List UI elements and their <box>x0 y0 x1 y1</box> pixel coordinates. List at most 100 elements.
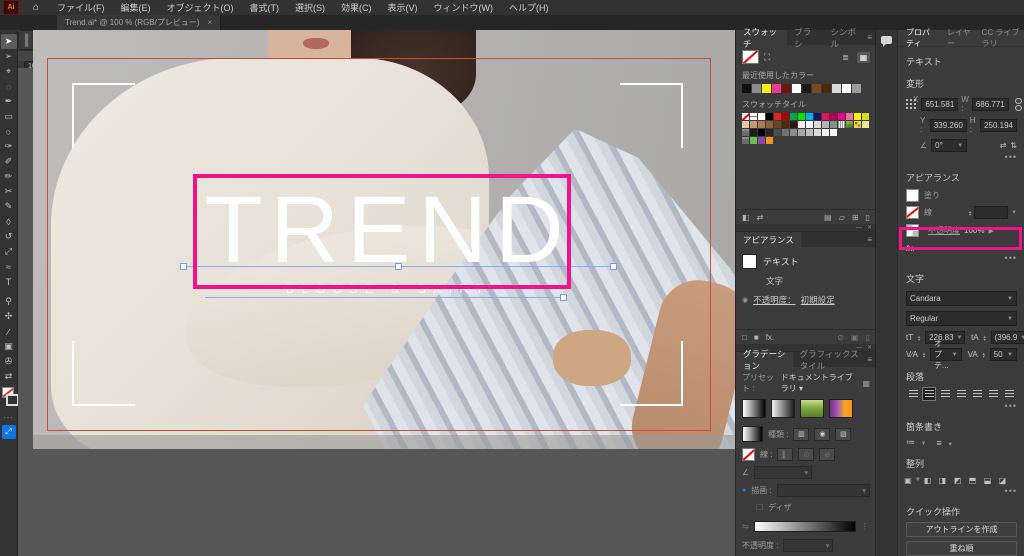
add-stroke-icon[interactable]: □ <box>742 333 747 342</box>
visibility-eye-icon[interactable]: ◉ <box>742 296 748 304</box>
tracking-select[interactable]: 50 ▼ <box>989 348 1017 361</box>
menu-item[interactable]: ヘルプ(H) <box>509 1 549 14</box>
kerning-select[interactable]: オプテ... ▼ <box>929 339 962 370</box>
gradient-tab[interactable]: グラデーション <box>736 349 793 371</box>
draw-mode-select[interactable]: ▾ <box>776 484 870 497</box>
selection-handle[interactable] <box>610 263 617 270</box>
menu-item[interactable]: オブジェクト(O) <box>167 1 234 14</box>
opacity-value[interactable]: 100% <box>964 226 984 235</box>
eyedropper-tool[interactable]: ✇ <box>1 354 17 369</box>
magic-wand-tool[interactable]: ⌖ <box>1 64 17 79</box>
swatch[interactable] <box>832 84 841 93</box>
gradient-preset-purple-orange[interactable] <box>829 399 853 418</box>
swatch[interactable] <box>862 121 869 128</box>
swatch[interactable] <box>814 121 821 128</box>
home-icon[interactable]: ⌂ <box>33 2 39 13</box>
swatch[interactable] <box>862 113 869 120</box>
stroke-across-button[interactable]: ⊘ <box>819 448 836 461</box>
opacity-link[interactable]: 不透明度： <box>753 294 796 306</box>
stroke-swatch[interactable] <box>5 394 19 406</box>
swatch[interactable] <box>814 129 821 136</box>
pen-tool[interactable]: ✒ <box>1 94 17 109</box>
comment-bubble-icon[interactable] <box>881 36 892 47</box>
appearance-tab[interactable]: アピアランス <box>736 232 801 247</box>
gradient-stroke-swatch[interactable] <box>742 448 755 461</box>
curvature-tool[interactable]: ✑ <box>1 139 17 154</box>
menu-item[interactable]: ウィンドウ(W) <box>434 1 494 14</box>
freeform-gradient-button[interactable]: ▨ <box>835 427 852 441</box>
radial-gradient-button[interactable]: ◉ <box>814 427 831 441</box>
tracking-stepper[interactable]: ▲ ▼ <box>982 351 986 358</box>
menu-item[interactable]: 書式(T) <box>250 1 280 14</box>
paragraph-align-button[interactable] <box>971 387 985 401</box>
transform-more-icon[interactable]: ••• <box>906 152 1017 162</box>
leading-stepper[interactable]: ▲ ▼ <box>983 334 987 341</box>
align-button[interactable]: ◨ <box>936 474 949 486</box>
type-tool[interactable]: T <box>1 274 17 289</box>
tab-close-icon[interactable]: × <box>208 18 213 27</box>
rectangle-tool[interactable]: ▭ <box>1 109 17 124</box>
swatch[interactable] <box>750 137 757 144</box>
swatch[interactable] <box>774 121 781 128</box>
paragraph-align-button[interactable] <box>906 387 920 401</box>
canvas-area[interactable]: TREND BLOUSE & SKIRT ▍ Candara▼ Regular▼… <box>18 30 735 556</box>
eraser-tool[interactable]: ◊ <box>1 214 17 229</box>
swatch[interactable] <box>758 121 765 128</box>
opacity-value-link[interactable]: 初期設定 <box>801 294 835 306</box>
align-more-icon[interactable]: ••• <box>906 486 1017 496</box>
appearance-more-icon[interactable]: ••• <box>906 253 1017 263</box>
artboard-tool[interactable]: ▣ <box>1 339 17 354</box>
swatch[interactable] <box>792 84 801 93</box>
opacity-link[interactable]: 不透明度 <box>928 225 960 236</box>
font-family-select[interactable]: Candara▼ <box>906 291 1017 306</box>
flip-vertical-icon[interactable]: ⇅ <box>1010 141 1017 150</box>
appearance-characters-row[interactable]: 文字 <box>766 275 870 287</box>
stroke-along-button[interactable]: ⊙ <box>798 448 815 461</box>
swatch[interactable] <box>750 129 757 136</box>
swatch[interactable] <box>762 84 771 93</box>
align-button[interactable]: ◩ <box>951 474 964 486</box>
paragraph-align-button[interactable] <box>987 387 1001 401</box>
swatch[interactable] <box>766 129 773 136</box>
kerning-stepper[interactable]: ▲ ▼ <box>922 351 926 358</box>
swatch[interactable] <box>782 113 789 120</box>
preset-menu-icon[interactable]: ▦ <box>862 379 870 388</box>
stroke-weight-stepper[interactable]: ▲ ▼ <box>968 209 972 216</box>
swatch-themes-icon[interactable]: ⇄ <box>757 213 764 222</box>
selection-handle[interactable] <box>180 263 187 270</box>
swatch[interactable] <box>830 121 837 128</box>
paragraph-align-button[interactable] <box>954 387 968 401</box>
ramp-opacity-select[interactable]: ▾ <box>783 539 834 552</box>
paragraph-align-button[interactable] <box>938 387 952 401</box>
swatch[interactable] <box>822 129 829 136</box>
angle-select[interactable]: ▾ <box>754 466 813 479</box>
rotation-select[interactable]: 0° ▼ <box>931 139 968 152</box>
swatches-tab[interactable]: スウォッチ <box>736 27 788 49</box>
swatch[interactable] <box>846 121 853 128</box>
swatch[interactable] <box>758 129 765 136</box>
opacity-expand-icon[interactable]: ▶ <box>988 227 993 235</box>
zoom-tool[interactable]: ⚲ <box>1 294 17 309</box>
add-fill-icon[interactable]: ■ <box>754 333 759 342</box>
swatch[interactable] <box>798 129 805 136</box>
grid-view-icon[interactable]: ▦ <box>857 51 870 63</box>
swatch[interactable] <box>774 129 781 136</box>
swatch[interactable] <box>806 129 813 136</box>
swatch[interactable] <box>766 113 773 120</box>
font-style-select[interactable]: Regular▼ <box>906 311 1017 326</box>
effects-button[interactable]: fx. <box>906 243 1017 253</box>
selection-tool[interactable]: ➤ <box>0 34 17 49</box>
swatch[interactable] <box>852 84 861 93</box>
paragraph-align-button[interactable] <box>922 387 937 401</box>
gradient-ramp[interactable] <box>753 521 856 532</box>
swatch[interactable] <box>790 121 797 128</box>
minimize-icon[interactable]: — <box>856 225 862 231</box>
fill-stroke-indicator[interactable] <box>1 387 19 407</box>
y-field[interactable]: 339.260 <box>929 118 967 132</box>
swatch[interactable] <box>766 121 773 128</box>
properties-tab[interactable]: CC ライブラリ <box>982 27 1024 49</box>
flip-horizontal-icon[interactable]: ⇄ <box>1000 141 1007 150</box>
hand-tool[interactable]: ✣ <box>1 309 17 324</box>
numbered-list-button[interactable]: ≡ ▼ <box>936 438 953 448</box>
current-gradient-thumb[interactable] <box>742 426 763 442</box>
